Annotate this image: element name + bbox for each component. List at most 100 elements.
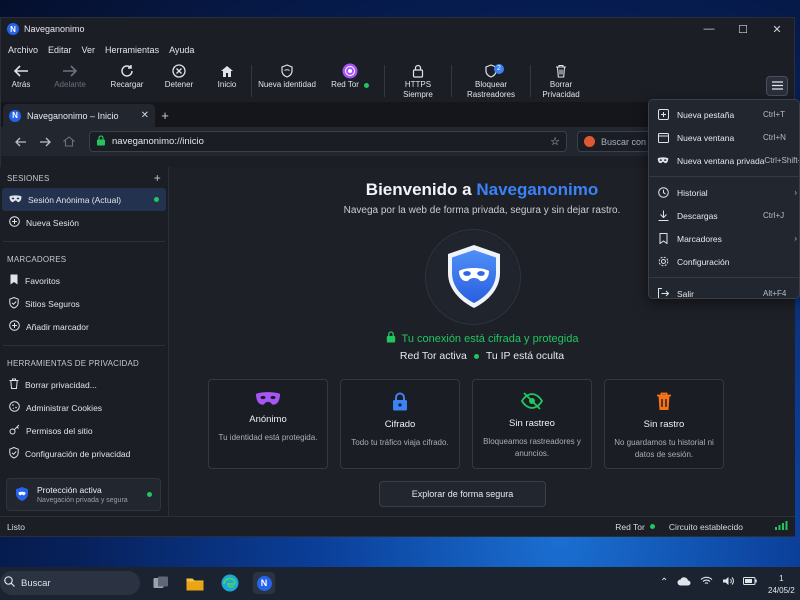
menu-divider [649,277,799,278]
block-trackers-button[interactable]: 2 Bloquear Rastreadores [452,62,530,100]
new-identity-label: Nueva identidad [258,80,316,89]
file-explorer-icon[interactable] [184,572,206,594]
main-menu-button[interactable] [766,76,788,96]
address-bar[interactable]: naveganonimo://inicio ☆ [89,131,567,152]
reload-button[interactable]: Recargar [99,62,155,90]
close-tab-icon[interactable]: ✕ [141,110,149,121]
safe-sites-label: Sitios Seguros [25,298,80,309]
menu-item-downloads[interactable]: Descargas Ctrl+J [649,204,799,227]
menu-editar[interactable]: Editar [43,45,77,55]
tor-active-text: Red Tor activa [399,350,467,362]
menu-item-new-tab[interactable]: Nueva pestaña Ctrl+T [649,103,799,126]
feature-cards: Anónimo Tu identidad está protegida. Cif… [208,379,724,469]
sidebar-item-manage-cookies[interactable]: Administrar Cookies [0,396,168,419]
close-window-button[interactable]: ✕ [760,23,794,36]
home-button[interactable]: Inicio [203,62,251,90]
menu-item-history[interactable]: Historial › [649,181,799,204]
sidebar-item-favorites[interactable]: Favoritos [0,269,168,292]
menu-item-shortcut: Ctrl+J [763,211,785,220]
bookmark-icon [9,274,19,287]
wifi-icon[interactable] [700,576,713,588]
naveganonimo-taskbar-icon[interactable]: N [253,572,275,594]
main-menu-dropdown: Nueva pestaña Ctrl+T Nueva ventana Ctrl+… [648,99,800,299]
key-icon [9,424,20,437]
sidebar-item-new-session[interactable]: Nueva Sesión [0,211,168,234]
hero-shield [425,229,521,325]
sidebar-item-safe-sites[interactable]: Sitios Seguros [0,292,168,315]
eye-off-icon [520,392,544,412]
maximize-button[interactable]: ☐ [726,23,760,36]
sidebar-item-add-bookmark[interactable]: Añadir marcador [0,315,168,338]
app-logo-icon: N [256,575,272,591]
sidebar-divider [3,241,165,242]
stop-button[interactable]: Detener [155,62,203,90]
sidebar-item-site-permissions[interactable]: Permisos del sitio [0,419,168,442]
explore-safely-button[interactable]: Explorar de forma segura [379,481,546,507]
new-identity-button[interactable]: Nueva identidad [252,62,322,90]
chevron-right-icon: › [794,234,797,243]
reload-label: Recargar [110,80,144,89]
sidebar-item-active-session[interactable]: Sesión Anónima (Actual) [2,188,166,211]
title-bar: N Naveganonimo — ☐ ✕ [1,18,794,40]
lock-icon [392,392,408,413]
status-ready: Listo [7,521,25,532]
taskbar-search[interactable]: Buscar [0,571,140,595]
edge-browser-icon[interactable] [219,572,241,594]
sidebar-item-clear-privacy[interactable]: Borrar privacidad... [0,373,168,396]
nav-home-icon[interactable] [57,136,81,147]
sidebar-item-privacy-settings[interactable]: Configuración de privacidad [0,442,168,465]
card-description: Tu identidad está protegida. [218,433,318,442]
battery-icon[interactable] [743,577,758,587]
menu-herramientas[interactable]: Herramientas [100,45,164,55]
clear-privacy-button[interactable]: Borrar Privacidad [531,62,591,100]
system-clock[interactable]: 1 24/05/2 [768,573,795,597]
privacy-settings-label: Configuración de privacidad [25,448,131,459]
bookmark-star-icon[interactable]: ☆ [550,135,560,148]
add-session-icon[interactable]: + [154,171,161,185]
app-logo-icon: N [7,23,19,35]
new-tab-button[interactable]: + [155,108,175,123]
menu-item-new-window[interactable]: Nueva ventana Ctrl+N [649,126,799,149]
minimize-button[interactable]: — [692,23,726,35]
tor-network-label: Red Tor [331,80,359,89]
tab-inicio[interactable]: N Naveganonimo – Inicio ✕ [3,104,155,127]
forward-button[interactable]: Adelante [41,62,99,90]
shield-settings-icon [9,446,19,461]
menu-item-exit[interactable]: Salir Alt+F4 [649,282,799,298]
menu-ayuda[interactable]: Ayuda [164,45,199,55]
task-view-icon[interactable] [150,572,172,594]
tor-status-line: Red Tor activa Tu IP está oculta [169,350,795,362]
menu-item-settings[interactable]: Configuración [649,250,799,273]
tor-onion-icon [342,62,358,80]
feature-card-anonymous: Anónimo Tu identidad está protegida. [208,379,328,469]
shield-check-icon [9,296,19,311]
lock-icon [386,331,396,346]
url-text: naveganonimo://inicio [112,136,204,147]
tor-network-row: Red Tor [331,80,369,90]
signal-bars-icon [775,521,788,532]
menu-archivo[interactable]: Archivo [3,45,43,55]
sidebar: SESIONES + Sesión Anónima (Actual) Nueva… [0,167,169,516]
menu-ver[interactable]: Ver [77,45,101,55]
back-button[interactable]: Atrás [1,62,41,90]
nav-back-icon[interactable] [9,137,33,147]
nav-forward-icon[interactable] [33,137,57,147]
card-description: Bloqueamos rastreadores y anuncios. [483,437,581,458]
protection-title: Protección activa [37,485,102,495]
menu-item-new-private-window[interactable]: Nueva ventana privada Ctrl+Shift+N [649,149,799,172]
cookie-icon [9,401,20,414]
cloud-icon[interactable] [677,576,691,588]
tor-network-button[interactable]: Red Tor [322,62,378,90]
tab-title: Naveganonimo – Inicio [27,110,119,121]
protection-text: Protección activa Navegación privada y s… [37,485,139,504]
menu-item-bookmarks[interactable]: Marcadores › [649,227,799,250]
sessions-header: SESIONES + [0,168,168,188]
https-always-button[interactable]: HTTPS Siempre [385,62,451,100]
chevron-up-icon[interactable]: ⌃ [660,577,668,588]
tor-status-dot [363,82,369,88]
menu-item-label: Configuración [677,256,730,267]
gear-icon [657,256,669,267]
volume-icon[interactable] [722,576,735,588]
card-title: Sin rastro [643,419,685,430]
feature-card-no-trace: Sin rastro No guardamos tu historial ni … [604,379,724,469]
